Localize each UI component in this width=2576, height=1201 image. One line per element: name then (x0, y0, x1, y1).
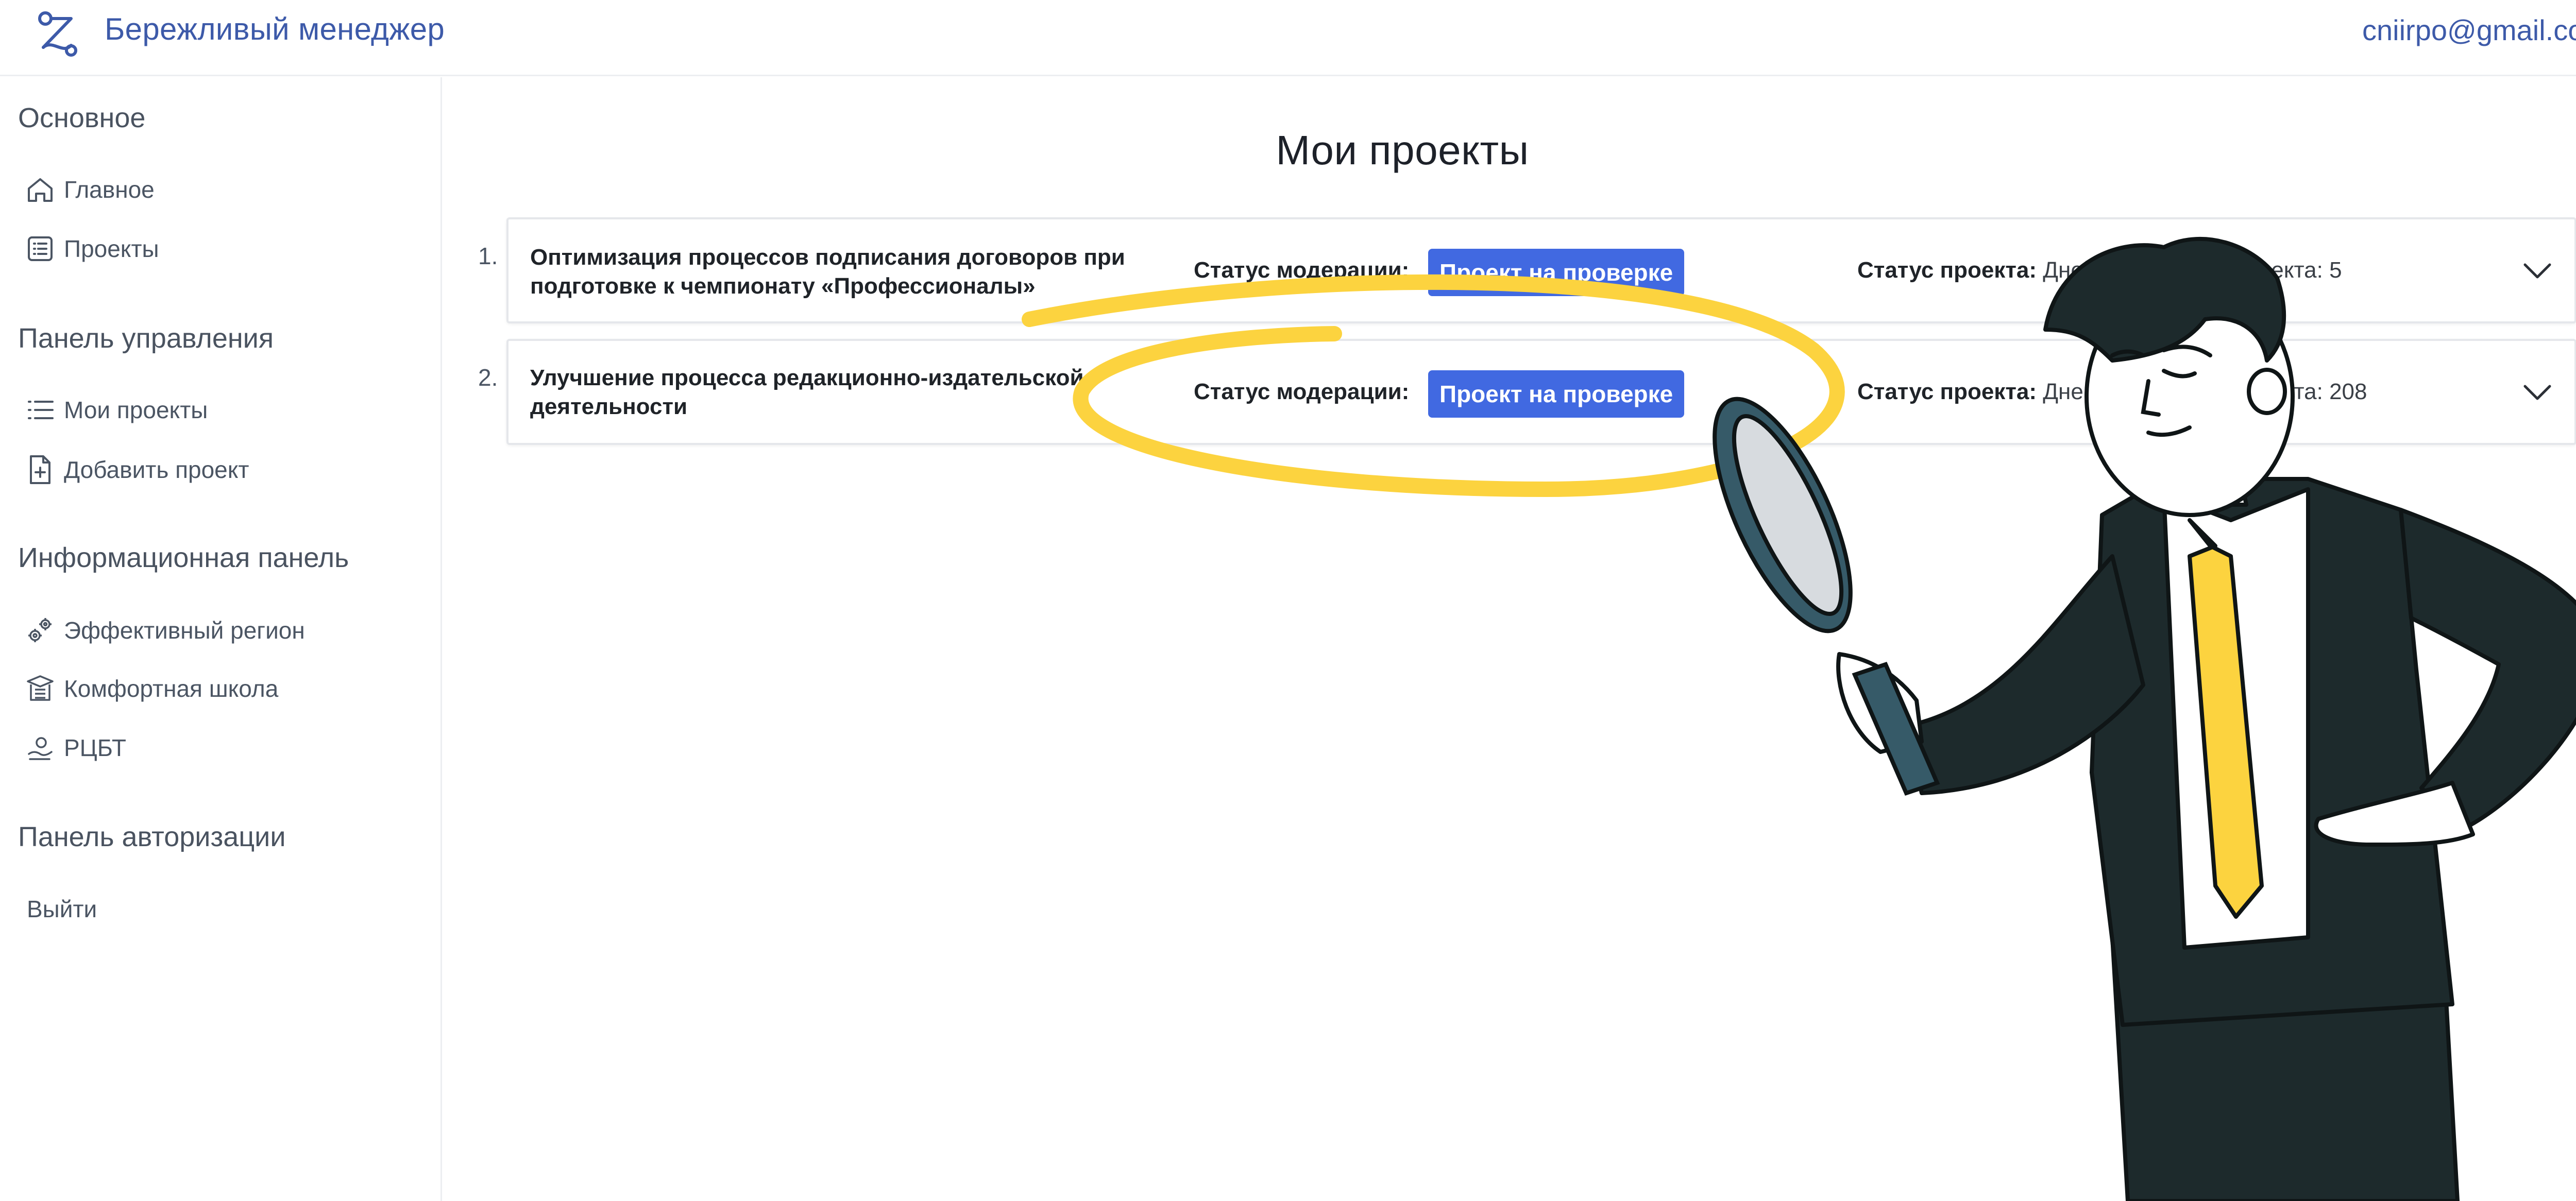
project-name[interactable]: Оптимизация процессов подписания договор… (530, 243, 1174, 301)
top-bar: Бережливый менеджер cniirpo@gmail.com (0, 0, 2576, 76)
chevron-down-icon[interactable] (2521, 254, 2554, 287)
project-card[interactable]: Улучшение процесса редакционно-издательс… (506, 339, 2576, 445)
sidebar-item-label: РЦБТ (64, 734, 126, 761)
list-box-icon (24, 232, 57, 265)
section-title-main: Основное (18, 102, 146, 133)
user-email[interactable]: cniirpo@gmail.com (2362, 13, 2576, 47)
sidebar: Основное Главное Проекты Панель управлен… (0, 77, 442, 1201)
project-index: 2. (478, 364, 498, 391)
project-index: 1. (478, 243, 498, 269)
moderation-status-badge: Проект на проверке (1428, 370, 1685, 418)
moderation-status-badge: Проект на проверке (1428, 249, 1685, 296)
project-name[interactable]: Улучшение процесса редакционно-издательс… (530, 364, 1174, 421)
bullet-list-icon (24, 393, 57, 426)
sidebar-item-comfortable-school[interactable]: Комфортная школа (24, 668, 278, 709)
add-document-icon (24, 453, 57, 486)
project-status-value: Дней реализации проекта: 208 (2043, 379, 2367, 404)
sidebar-item-effective-region[interactable]: Эффективный регион (24, 610, 305, 651)
sidebar-item-rcbt[interactable]: РЦБТ (24, 727, 126, 768)
section-title-control: Панель управления (18, 323, 274, 354)
sidebar-item-label: Главное (64, 176, 155, 203)
sidebar-item-my-projects[interactable]: Мои проекты (24, 389, 208, 431)
project-status-value: Дней реализации проекта: 5 (2043, 258, 2342, 283)
rcbt-icon (24, 731, 57, 764)
sidebar-item-label: Проекты (64, 235, 159, 262)
sidebar-item-label: Комфортная школа (64, 675, 279, 702)
sidebar-item-label: Мои проекты (64, 397, 208, 423)
app-title[interactable]: Бережливый менеджер (105, 11, 445, 47)
home-icon (24, 173, 57, 206)
sidebar-item-label: Эффективный регион (64, 617, 305, 644)
school-icon (24, 672, 57, 705)
gears-icon (24, 614, 57, 647)
project-status-label: Статус проекта: (1857, 258, 2037, 283)
moderation-status-label: Статус модерации: (1194, 379, 1410, 404)
lean-logo-icon[interactable] (32, 9, 81, 59)
sidebar-item-add-project[interactable]: Добавить проект (24, 449, 249, 490)
sidebar-item-label: Добавить проект (64, 456, 249, 483)
chevron-down-icon[interactable] (2521, 376, 2554, 409)
page-title: Мои проекты (1276, 127, 1529, 173)
sidebar-item-projects[interactable]: Проекты (24, 228, 159, 269)
sidebar-item-logout[interactable]: Выйти (27, 888, 97, 930)
project-card[interactable]: Оптимизация процессов подписания договор… (506, 217, 2576, 323)
project-status-label: Статус проекта: (1857, 379, 2037, 404)
section-title-auth: Панель авторизации (18, 821, 286, 852)
project-status: Статус проекта: Дней реализации проекта:… (1857, 258, 2342, 283)
sidebar-item-label: Выйти (27, 896, 97, 922)
moderation-status-label: Статус модерации: (1194, 258, 1410, 283)
sidebar-item-home[interactable]: Главное (24, 169, 155, 210)
section-title-info: Информационная панель (18, 542, 349, 573)
project-status: Статус проекта: Дней реализации проекта:… (1857, 379, 2367, 405)
